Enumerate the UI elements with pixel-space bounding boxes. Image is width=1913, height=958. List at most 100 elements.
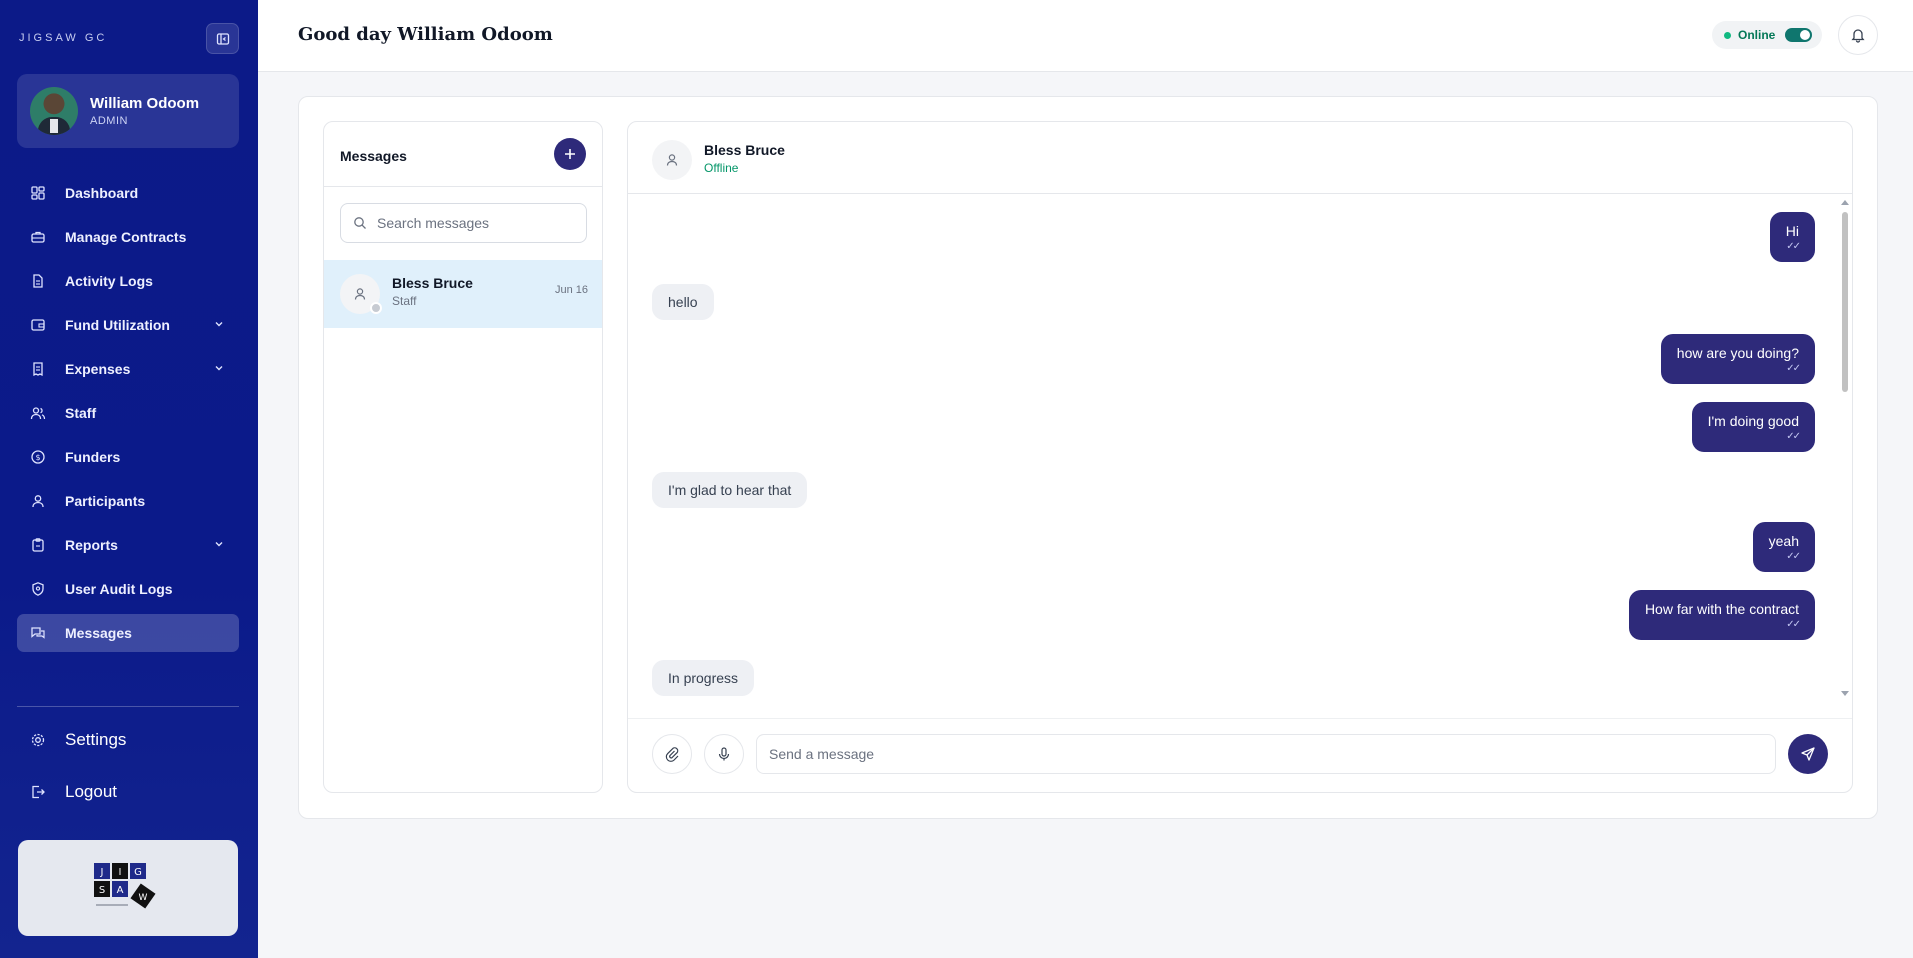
search-input[interactable] xyxy=(377,215,567,231)
sidebar-item-label: User Audit Logs xyxy=(65,581,173,597)
sidebar-item-label: Fund Utilization xyxy=(65,317,170,333)
sidebar-item-funders[interactable]: $ Funders xyxy=(17,438,239,476)
logout-label: Logout xyxy=(65,782,117,801)
sidebar-item-label: Activity Logs xyxy=(65,273,153,289)
profile-role: ADMIN xyxy=(90,115,128,127)
chat-contact-name: Bless Bruce xyxy=(704,142,785,158)
message-bubble-incoming: I'm glad to hear that xyxy=(652,472,808,508)
message-composer xyxy=(628,718,1852,792)
sidebar-divider xyxy=(17,706,239,707)
logo-letter: W xyxy=(139,893,148,903)
conversation-name: Bless Bruce xyxy=(392,275,473,291)
sidebar: JIGSAW GC William Odoom ADMIN Dashboard … xyxy=(0,0,258,958)
settings-label: Settings xyxy=(65,730,127,749)
scrollbar-thumb[interactable] xyxy=(1842,212,1848,392)
message-input[interactable] xyxy=(769,746,1759,762)
sidebar-item-label: Manage Contracts xyxy=(65,229,187,245)
sidebar-item-reports[interactable]: Reports xyxy=(17,526,239,564)
message-text: hello xyxy=(668,294,698,310)
attach-button[interactable] xyxy=(652,734,692,774)
sidebar-item-activity-logs[interactable]: Activity Logs xyxy=(17,262,239,300)
dashboard-icon xyxy=(29,184,47,202)
read-receipt-icon: ✓✓ xyxy=(1786,550,1801,562)
sidebar-item-fund-utilization[interactable]: Fund Utilization xyxy=(17,306,239,344)
sidebar-item-user-audit-logs[interactable]: User Audit Logs xyxy=(17,570,239,608)
bell-icon xyxy=(1851,29,1865,43)
sidebar-item-label: Dashboard xyxy=(65,185,139,201)
scroll-down-arrow-icon[interactable] xyxy=(1841,691,1849,696)
briefcase-icon xyxy=(29,228,47,246)
online-dot-icon xyxy=(1724,31,1731,39)
read-receipt-icon: ✓✓ xyxy=(1786,430,1801,442)
top-header: Good day William Odoom Online xyxy=(258,0,1913,72)
message-bubble-outgoing: how are you doing? ✓✓ xyxy=(1660,334,1815,384)
message-scrollbar[interactable] xyxy=(1840,200,1850,696)
voice-record-button[interactable] xyxy=(704,734,744,774)
presence-indicator xyxy=(370,302,382,314)
chevron-down-icon[interactable] xyxy=(213,537,225,555)
microphone-icon xyxy=(718,747,730,761)
message-text: In progress xyxy=(668,670,739,686)
read-receipt-icon: ✓✓ xyxy=(1786,362,1801,374)
send-button[interactable] xyxy=(1788,734,1828,774)
sidebar-item-staff[interactable]: Staff xyxy=(17,394,239,432)
conversations-title: Messages xyxy=(340,148,407,164)
search-box[interactable] xyxy=(340,203,587,243)
profile-card[interactable]: William Odoom ADMIN xyxy=(17,74,239,148)
chat-contact-status: Offline xyxy=(704,161,739,175)
messages-page: Messages Bless Bruce Staff Jun 16 Bless … xyxy=(298,96,1878,819)
search-icon xyxy=(354,217,366,229)
send-icon xyxy=(1801,747,1815,761)
message-text: yeah xyxy=(1768,532,1799,549)
sidebar-item-messages[interactable]: Messages xyxy=(17,614,239,652)
logout-link[interactable]: Logout xyxy=(29,779,117,805)
chat-icon xyxy=(29,624,47,642)
chat-panel: Bless Bruce Offline Hi ✓✓ hello how are … xyxy=(627,121,1853,793)
message-bubble-incoming: In progress xyxy=(652,660,755,696)
message-bubble-incoming: hello xyxy=(652,284,714,320)
settings-link[interactable]: Settings xyxy=(29,727,126,753)
avatar xyxy=(30,87,78,135)
logout-icon xyxy=(29,783,47,801)
message-text: How far with the contract xyxy=(1644,600,1799,617)
logo-letter: A xyxy=(117,885,124,896)
profile-name: William Odoom xyxy=(90,95,200,112)
new-conversation-button[interactable] xyxy=(554,138,586,170)
document-icon xyxy=(29,272,47,290)
user-icon xyxy=(666,154,678,166)
collapse-sidebar-button[interactable] xyxy=(206,23,239,54)
sidebar-item-label: Expenses xyxy=(65,361,131,377)
message-bubble-outgoing: I'm doing good ✓✓ xyxy=(1691,402,1815,452)
user-icon xyxy=(29,492,47,510)
sidebar-item-manage-contracts[interactable]: Manage Contracts xyxy=(17,218,239,256)
message-bubble-outgoing: yeah ✓✓ xyxy=(1752,522,1815,572)
sidebar-toggle-icon xyxy=(216,32,229,45)
jigsaw-logo: J I G S A W xyxy=(18,840,238,936)
paperclip-icon xyxy=(665,747,679,762)
receipt-icon xyxy=(29,360,47,378)
sidebar-item-dashboard[interactable]: Dashboard xyxy=(17,174,239,212)
chevron-down-icon[interactable] xyxy=(213,361,225,379)
sidebar-item-expenses[interactable]: Expenses xyxy=(17,350,239,388)
brand-name: JIGSAW GC xyxy=(19,32,108,44)
logo-letter: G xyxy=(134,867,142,878)
chevron-down-icon[interactable] xyxy=(213,317,225,335)
logo-letter: S xyxy=(99,885,105,896)
sidebar-item-label: Funders xyxy=(65,449,121,465)
users-icon xyxy=(29,404,47,422)
status-switch[interactable] xyxy=(1785,28,1812,42)
message-input-wrapper[interactable] xyxy=(756,734,1776,774)
user-icon xyxy=(354,288,366,300)
status-text: Online xyxy=(1738,28,1776,42)
notifications-button[interactable] xyxy=(1838,15,1878,55)
jigsaw-logo-icon: J I G S A W xyxy=(94,863,156,909)
sidebar-item-participants[interactable]: Participants xyxy=(17,482,239,520)
online-status-toggle[interactable]: Online xyxy=(1712,21,1822,49)
sidebar-item-label: Reports xyxy=(65,537,118,553)
sidebar-item-label: Staff xyxy=(65,405,97,421)
sidebar-nav: Dashboard Manage Contracts Activity Logs… xyxy=(17,174,239,658)
scroll-up-arrow-icon[interactable] xyxy=(1841,200,1849,205)
conversation-item[interactable]: Bless Bruce Staff Jun 16 xyxy=(324,260,602,328)
shield-icon xyxy=(29,580,47,598)
svg-text:$: $ xyxy=(35,453,40,462)
